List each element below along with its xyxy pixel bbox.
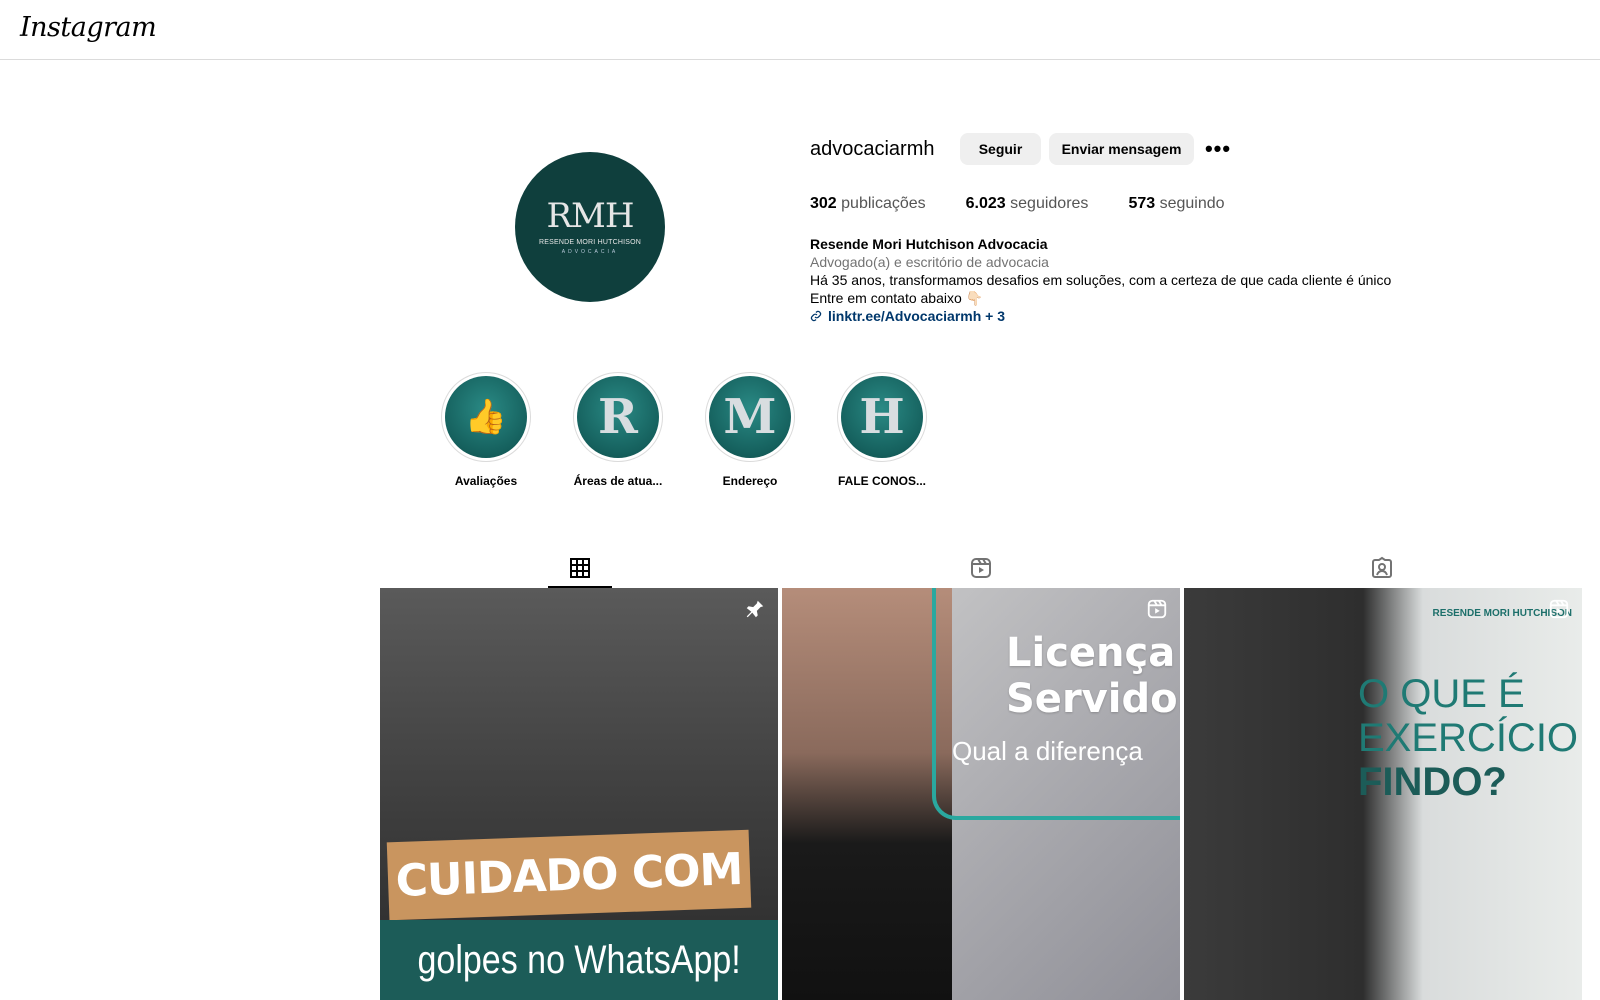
follow-button[interactable]: Seguir <box>960 133 1041 165</box>
bio-link-text: linktr.ee/Advocaciarmh + 3 <box>828 308 1006 324</box>
highlight-avaliacoes[interactable]: 👍 Avaliações <box>420 372 552 488</box>
profile-avatar[interactable]: RMH RESENDE MORI HUTCHISON ADVOCACIA <box>515 152 665 302</box>
top-bar: Instagram <box>0 0 1600 60</box>
profile-stats: 302 publicações 6.023 seguidores 573 seg… <box>810 195 1265 213</box>
more-options-icon[interactable]: ••• <box>1204 136 1232 162</box>
post-subtitle: Qual a diferença <box>952 736 1143 766</box>
bio-full-name: Resende Mori Hutchison Advocacia <box>810 236 1048 252</box>
highlight-label: FALE CONOS... <box>837 474 926 488</box>
highlight-label: Endereço <box>722 474 778 488</box>
reels-icon <box>971 558 991 578</box>
highlight-letter-m: M <box>709 376 791 458</box>
profile-username: advocaciarmh <box>810 138 935 160</box>
stat-posts-label: publicações <box>841 195 926 212</box>
highlight-label: Áreas de atua... <box>573 474 663 488</box>
avatar-line2: ADVOCACIA <box>561 249 619 255</box>
highlight-ring: H <box>837 372 927 462</box>
post-title-line1: Licença <box>1006 630 1176 676</box>
highlight-label: Avaliações <box>454 474 518 488</box>
highlight-areas[interactable]: R Áreas de atua... <box>552 372 684 488</box>
highlight-fale-conosco[interactable]: H FALE CONOS... <box>816 372 948 488</box>
link-icon <box>810 310 822 322</box>
stat-posts[interactable]: 302 publicações <box>810 195 926 213</box>
tagged-icon <box>1371 556 1392 578</box>
highlight-endereco[interactable]: M Endereço <box>684 372 816 488</box>
post-banner-top-text: CUIDADO COM <box>394 843 744 907</box>
post-title-line2: EXERCÍCIO <box>1358 716 1579 760</box>
avatar-monogram: RMH <box>546 196 634 236</box>
stat-following-label: seguindo <box>1159 195 1225 212</box>
posts-grid: CUIDADO COM golpes no WhatsApp! Licença … <box>380 588 1582 1000</box>
bio-line-2: Entre em contato abaixo 👇🏻 <box>810 290 984 306</box>
post-banner-bottom: golpes no WhatsApp! <box>380 920 778 1000</box>
post-title-line2: Servidor <box>1006 676 1180 722</box>
story-highlights: 👍 Avaliações R Áreas de atua... M Endere… <box>420 372 948 488</box>
stat-following-value: 573 <box>1128 195 1156 212</box>
post-tile[interactable]: CUIDADO COM golpes no WhatsApp! <box>380 588 778 1000</box>
stat-followers-label: seguidores <box>1010 195 1089 212</box>
reels-icon <box>1147 599 1167 619</box>
stat-followers[interactable]: 6.023 seguidores <box>966 195 1089 213</box>
avatar-line1: RESENDE MORI HUTCHISON <box>538 239 642 246</box>
tab-reels[interactable] <box>781 548 1182 588</box>
profile-tabs <box>380 548 1582 588</box>
bio-line-1: Há 35 anos, transformamos desafios em so… <box>810 272 1392 288</box>
post-tile[interactable]: Licença Servidor Qual a diferença <box>782 588 1180 1000</box>
grid-icon <box>570 558 591 578</box>
tab-posts[interactable] <box>380 548 781 588</box>
highlight-ring: 👍 <box>441 372 531 462</box>
instagram-logo[interactable]: Instagram <box>20 12 157 43</box>
stat-following[interactable]: 573 seguindo <box>1128 195 1224 213</box>
highlight-ring: M <box>705 372 795 462</box>
stat-followers-value: 6.023 <box>965 195 1006 212</box>
post-tile[interactable]: RESENDE MORI HUTCHISON O QUE É EXERCÍCIO… <box>1184 588 1582 1000</box>
pin-icon <box>746 600 764 618</box>
reels-icon <box>1549 599 1569 619</box>
highlight-letter-h: H <box>841 376 923 458</box>
thumbs-up-icon: 👍 <box>445 376 527 458</box>
post-banner-bottom-text: golpes no WhatsApp! <box>417 937 741 982</box>
send-message-button[interactable]: Enviar mensagem <box>1049 133 1194 165</box>
highlight-letter-r: R <box>577 376 659 458</box>
bio-category: Advogado(a) e escritório de advocacia <box>810 254 1049 270</box>
post-photo <box>782 588 952 1000</box>
bio-link[interactable]: linktr.ee/Advocaciarmh + 3 <box>810 307 1391 325</box>
highlight-ring: R <box>573 372 663 462</box>
post-title: Licença Servidor <box>1006 630 1180 722</box>
post-banner-top: CUIDADO COM <box>386 829 752 921</box>
stat-posts-value: 302 <box>810 195 837 212</box>
tab-tagged[interactable] <box>1181 548 1582 588</box>
post-title-line3: FINDO? <box>1358 760 1507 804</box>
post-title: O QUE É EXERCÍCIO FINDO? <box>1358 672 1578 804</box>
post-title-line1: O QUE É <box>1358 672 1525 716</box>
profile-bio: Resende Mori Hutchison Advocacia Advogad… <box>810 235 1391 325</box>
